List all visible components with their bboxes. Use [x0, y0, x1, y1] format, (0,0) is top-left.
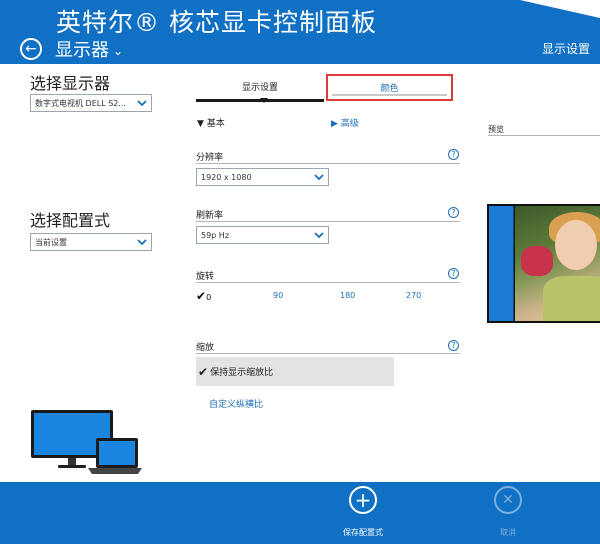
rotation-option-180[interactable]: 180 [340, 291, 355, 300]
check-icon: ✔ [196, 289, 207, 303]
rotation-0-label: 0 [206, 293, 212, 302]
monitor-laptop-icon [31, 410, 142, 474]
section-menu[interactable]: 显示器 ⌄ [55, 36, 123, 62]
divider [196, 353, 460, 354]
back-arrow-icon[interactable]: ← [20, 38, 42, 60]
resolution-label: 分辨率 [196, 153, 224, 163]
select-profile-label: 选择配置式 [30, 211, 111, 230]
scaling-label: 缩放 [196, 343, 215, 353]
app-header: 英特尔® 核芯显卡控制面板 ← 显示器 ⌄ 显示设置 [0, 0, 600, 64]
chevron-down-icon [133, 234, 151, 250]
mode-advanced[interactable]: ▶ 高级 [331, 116, 359, 129]
display-dropdown-value: 数字式电视机 DELL S2... [35, 98, 127, 108]
help-icon[interactable]: ? [448, 268, 459, 279]
divider [488, 135, 600, 136]
chevron-down-icon [133, 95, 151, 111]
rotation-option-90[interactable]: 90 [273, 291, 283, 300]
help-icon[interactable]: ? [448, 149, 459, 160]
action-bar: + 保存配置式 ✕ 取消 [0, 482, 600, 544]
custom-aspect-ratio-link[interactable]: 自定义纵横比 [209, 397, 263, 410]
display-dropdown[interactable]: 数字式电视机 DELL S2... [30, 94, 152, 112]
check-icon: ✔ [198, 364, 209, 379]
help-icon[interactable]: ? [448, 207, 459, 218]
chevron-down-icon [310, 169, 328, 185]
tab-underline [332, 94, 447, 96]
rotation-option-270[interactable]: 270 [406, 291, 421, 300]
section-title: 显示器 [55, 40, 109, 61]
help-icon[interactable]: ? [448, 340, 459, 351]
tab-pointer-icon [260, 98, 268, 103]
x-circle-icon: ✕ [494, 486, 522, 514]
resolution-value: 1920 x 1080 [201, 172, 252, 182]
refresh-dropdown[interactable]: 59p Hz [196, 226, 329, 244]
maintain-scaling-option[interactable]: ✔ 保持显示缩放比 [196, 357, 394, 386]
tab-color-label: 颜色 [380, 84, 399, 94]
rotation-label: 旋转 [196, 272, 215, 282]
cancel-label: 取消 [500, 528, 516, 537]
profile-dropdown-value: 当前设置 [35, 237, 67, 247]
page-subtitle: 显示设置 [541, 42, 590, 56]
mode-basic[interactable]: ▼ 基本 [197, 116, 225, 129]
select-display-label: 选择显示器 [30, 74, 111, 93]
tab-color[interactable]: 颜色 [326, 74, 453, 101]
photo-hand [521, 246, 553, 276]
save-profile-label: 保存配置式 [343, 528, 383, 537]
plus-circle-icon: + [349, 486, 377, 514]
divider [196, 282, 460, 283]
photo-face [555, 220, 597, 270]
chevron-down-icon: ⌄ [113, 44, 124, 58]
refresh-label: 刷新率 [196, 211, 224, 221]
cancel-button[interactable]: ✕ 取消 [468, 486, 548, 538]
app-title: 英特尔® 核芯显卡控制面板 [56, 8, 377, 37]
divider [196, 163, 460, 164]
preview-photo [515, 206, 600, 321]
refresh-value: 59p Hz [201, 230, 230, 240]
resolution-dropdown[interactable]: 1920 x 1080 [196, 168, 329, 186]
maintain-scaling-label: 保持显示缩放比 [210, 368, 274, 378]
preview-desktop-strip [489, 206, 514, 321]
profile-dropdown[interactable]: 当前设置 [30, 233, 152, 251]
divider [196, 221, 460, 222]
preview-label: 预览 [488, 125, 504, 134]
save-profile-button[interactable]: + 保存配置式 [323, 486, 403, 538]
preview-image [487, 204, 600, 323]
corner-decoration [520, 0, 600, 18]
chevron-down-icon [310, 227, 328, 243]
rotation-option-0[interactable]: ✔0 [196, 289, 211, 303]
photo-shirt [543, 276, 600, 321]
